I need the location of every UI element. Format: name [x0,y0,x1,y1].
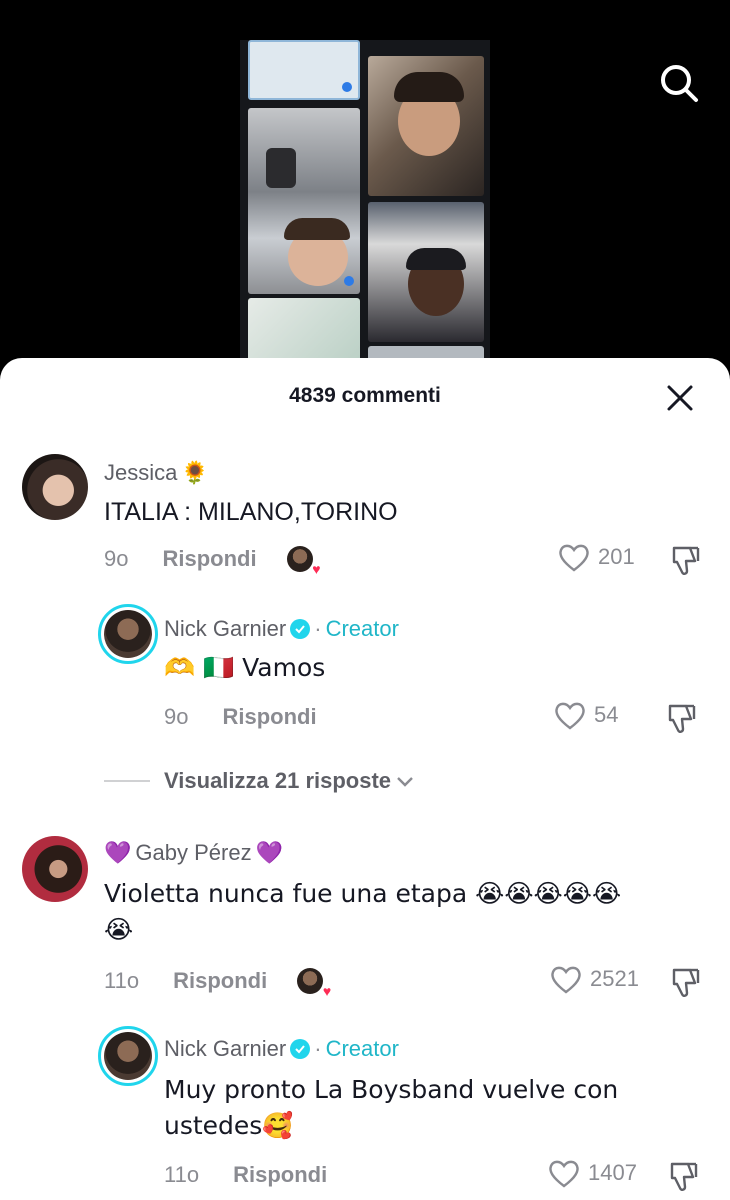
avatar[interactable] [98,604,158,664]
purple-heart-emoji: 💜 [255,840,283,866]
creator-tag: Creator [325,1036,399,1061]
comment-username[interactable]: Nick Garnier · Creator [164,1036,399,1062]
heart-icon: ♥ [312,561,321,577]
divider [104,780,150,782]
comment-text: Violetta nunca fue una etapa 😭😭😭😭😭 😭 [104,879,622,944]
comment-time: 9o [164,704,189,729]
comment-text: ITALIA : MILANO,TORINO [104,498,398,526]
avatar[interactable] [22,836,88,902]
comment-text: 🫶 🇮🇹 Vamos [164,653,326,682]
reply-button[interactable]: Rispondi [173,968,267,994]
heart-outline-icon [555,702,585,730]
reply-button[interactable]: Rispondi [222,704,316,730]
comment-meta: 11o Rispondi ♥ [104,968,331,999]
heart-outline-icon [551,966,581,994]
heart-outline-icon [559,544,589,572]
search-button[interactable] [656,60,702,106]
comment-meta: 9o Rispondi [164,704,317,730]
like-button[interactable]: 1407 [548,1158,637,1188]
sunflower-emoji: 🌻 [181,460,209,486]
avatar[interactable] [22,454,88,520]
creator-tag: Creator [325,616,399,641]
video-tile [248,108,360,294]
close-button[interactable] [660,378,700,418]
view-replies-button[interactable]: Visualizza 21 risposte [104,768,415,794]
comment-time: 9o [104,546,129,571]
like-count: 54 [594,702,619,727]
reply-button[interactable]: Rispondi [162,546,256,572]
verified-icon [290,619,311,639]
comment-time: 11o [164,1162,200,1187]
comment-meta: 9o Rispondi ♥ [104,546,321,577]
video-tile [368,56,484,196]
comment-text: Muy pronto La Boysband vuelve con ustede… [164,1075,619,1140]
thumbs-down-icon[interactable] [666,1160,700,1194]
chevron-down-icon [397,777,413,787]
video-tile [248,40,360,100]
sheet-header: 4839 commenti [0,358,730,434]
like-button[interactable]: 201 [558,542,635,572]
comment-time: 11o [104,968,140,993]
like-count: 1407 [588,1160,637,1185]
comment-meta: 11o Rispondi [164,1162,327,1188]
thumbs-down-icon[interactable] [668,966,702,1000]
purple-heart-emoji: 💜 [104,840,132,866]
like-count: 2521 [590,966,639,991]
comments-sheet: 4839 commenti Jessica 🌻 ITALIA : MILANO,… [0,358,730,1200]
comment-username[interactable]: Jessica 🌻 [104,460,209,486]
thumbs-down-icon[interactable] [668,544,702,578]
heart-outline-icon [549,1160,579,1188]
video-tile [368,202,484,342]
like-count: 201 [598,544,635,569]
creator-liked-badge: ♥ [297,968,331,999]
creator-liked-badge: ♥ [286,546,321,577]
comment-username[interactable]: 💜 Gaby Pérez 💜 [104,840,283,866]
search-icon [661,65,698,102]
close-icon [667,385,693,411]
reply-button[interactable]: Rispondi [233,1162,327,1188]
video-player[interactable] [240,40,490,370]
like-button[interactable]: 54 [554,700,618,730]
comment-count: 4839 commenti [289,384,441,407]
heart-icon: ♥ [322,983,332,999]
thumbs-down-icon[interactable] [664,702,698,736]
verified-icon [290,1039,311,1059]
like-button[interactable]: 2521 [550,964,639,994]
avatar[interactable] [98,1026,158,1086]
comment-username[interactable]: Nick Garnier · Creator [164,616,399,642]
